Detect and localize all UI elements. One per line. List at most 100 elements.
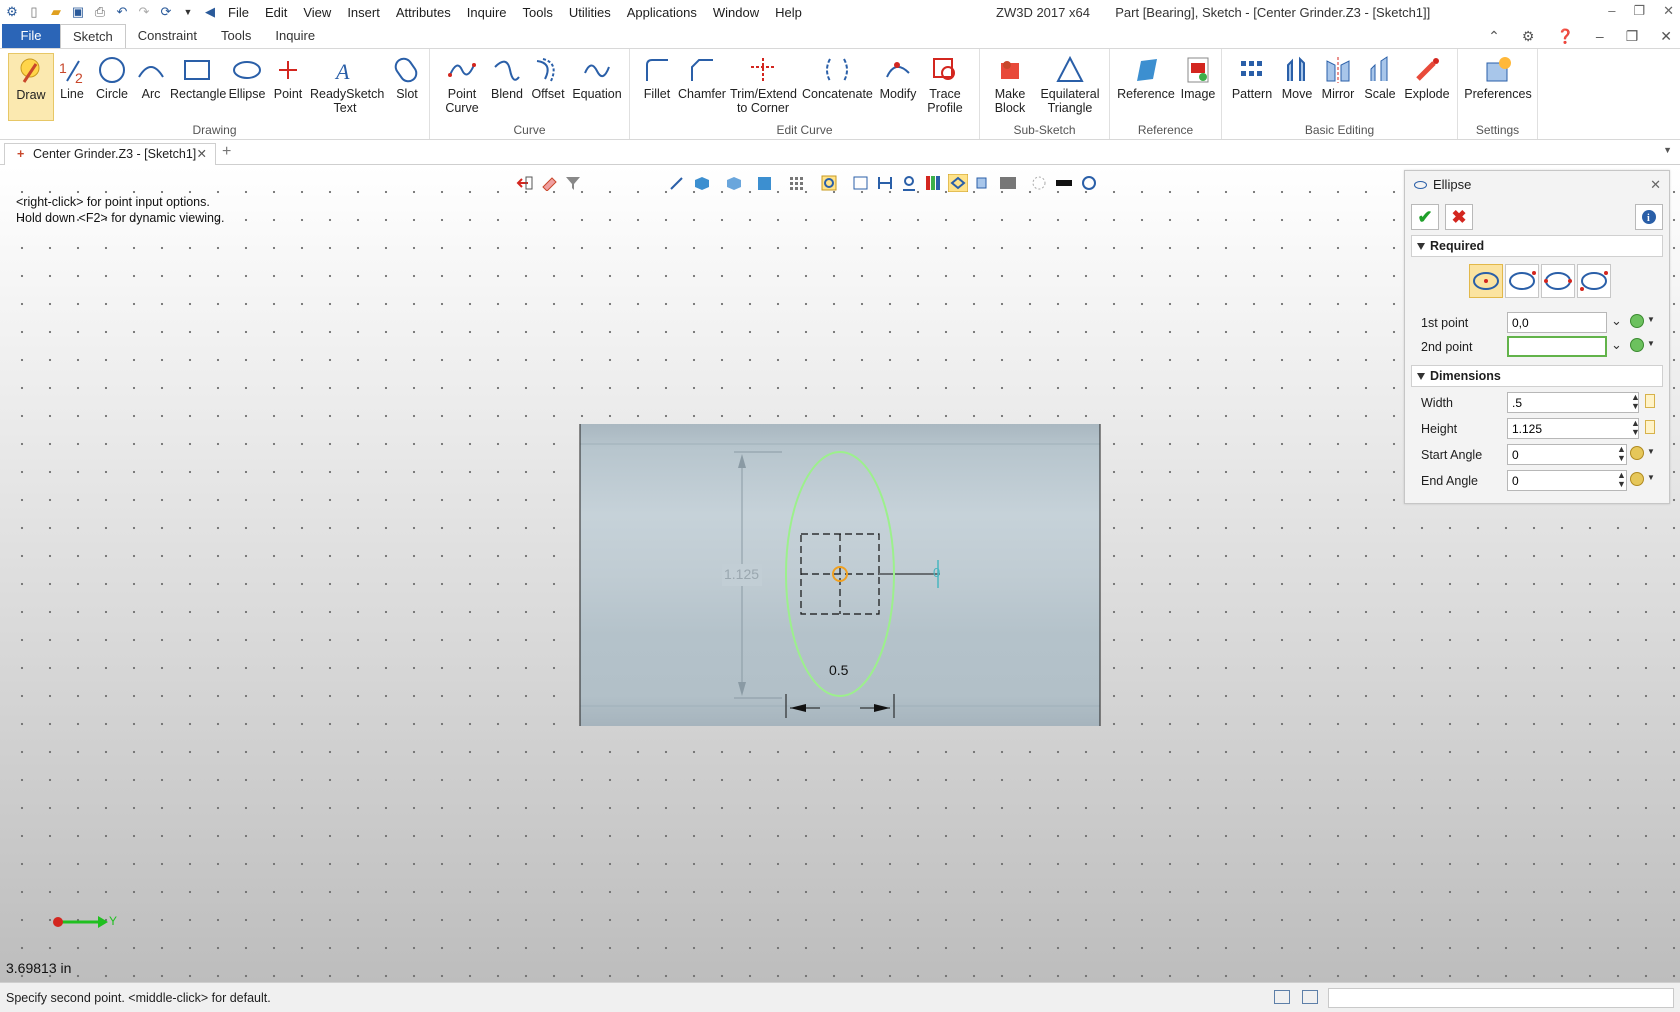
new-file-icon[interactable]: ▯ xyxy=(26,4,42,20)
open-file-icon[interactable]: ▰ xyxy=(48,4,64,20)
tab-tools[interactable]: Tools xyxy=(209,24,263,48)
end-angle-pick-icon[interactable] xyxy=(1630,472,1644,486)
menu-window[interactable]: Window xyxy=(713,5,759,20)
menu-inquire[interactable]: Inquire xyxy=(467,5,507,20)
second-point-dropdown-icon[interactable]: ▼ xyxy=(1647,339,1655,348)
status-view-icon[interactable] xyxy=(1274,990,1290,1004)
offset-button[interactable]: Offset xyxy=(528,53,568,101)
width-lock-icon[interactable] xyxy=(1645,394,1655,408)
back-arrow-icon[interactable]: ◀ xyxy=(202,4,218,20)
menu-tools[interactable]: Tools xyxy=(523,5,553,20)
dimensions-section-header[interactable]: Dimensions xyxy=(1411,365,1663,387)
tab-constraint[interactable]: Constraint xyxy=(126,24,209,48)
trim-extend-button[interactable]: Trim/Extend to Corner xyxy=(730,53,797,115)
start-angle-spinner-icon[interactable]: ▲ ▼ xyxy=(1617,445,1626,463)
small-dimension-text[interactable]: 0 xyxy=(933,565,940,580)
info-button[interactable]: i xyxy=(1635,204,1663,230)
menu-utilities[interactable]: Utilities xyxy=(569,5,611,20)
second-point-pick-icon[interactable] xyxy=(1630,338,1644,352)
mode-axis-ellipse[interactable] xyxy=(1541,264,1575,298)
fillet-button[interactable]: Fillet xyxy=(638,53,676,101)
first-point-input[interactable] xyxy=(1507,312,1607,333)
save-icon[interactable]: ▣ xyxy=(70,4,86,20)
end-angle-spinner-icon[interactable]: ▲ ▼ xyxy=(1617,471,1626,489)
concatenate-button[interactable]: Concatenate xyxy=(802,53,873,101)
start-angle-input[interactable] xyxy=(1507,444,1627,465)
height-input[interactable] xyxy=(1507,418,1639,439)
close-doc-icon[interactable]: ✕ xyxy=(1660,28,1672,45)
line-button[interactable]: 12 Line xyxy=(56,53,88,101)
collapse-ribbon-icon[interactable]: ⌃ xyxy=(1488,28,1500,45)
rectangle-button[interactable]: Rectangle xyxy=(170,53,226,101)
tab-list-dropdown-icon[interactable]: ▼ xyxy=(1663,145,1672,155)
second-point-expand-icon[interactable]: ⌄ xyxy=(1611,337,1622,353)
cancel-button[interactable]: ✖ xyxy=(1445,204,1473,230)
app-logo-icon[interactable]: ⚙ xyxy=(4,4,20,20)
document-tab[interactable]: + Center Grinder.Z3 - [Sketch1] ✕ xyxy=(4,143,216,165)
mirror-button[interactable]: Mirror xyxy=(1318,53,1358,101)
preferences-button[interactable]: Preferences xyxy=(1462,53,1534,101)
first-point-dropdown-icon[interactable]: ▼ xyxy=(1647,315,1655,324)
height-spinner-icon[interactable]: ▲ ▼ xyxy=(1631,419,1640,437)
first-point-expand-icon[interactable]: ⌄ xyxy=(1611,313,1622,329)
minimize-doc-icon[interactable]: – xyxy=(1596,28,1604,45)
undo-icon[interactable]: ↶ xyxy=(114,4,130,20)
first-point-pick-icon[interactable] xyxy=(1630,314,1644,328)
status-list-icon[interactable] xyxy=(1302,990,1318,1004)
menu-view[interactable]: View xyxy=(303,5,331,20)
move-button[interactable]: Move xyxy=(1278,53,1316,101)
settings-gear-icon[interactable]: ⚙ xyxy=(1522,28,1535,45)
readysketch-text-button[interactable]: A ReadySketch Text xyxy=(310,53,384,115)
pattern-button[interactable]: Pattern xyxy=(1230,53,1274,101)
arc-button[interactable]: Arc xyxy=(136,53,166,101)
ellipse-button[interactable]: Ellipse xyxy=(228,53,266,101)
point-button[interactable]: Point xyxy=(270,53,306,101)
tab-inquire[interactable]: Inquire xyxy=(263,24,327,48)
second-point-input[interactable] xyxy=(1507,336,1607,357)
mode-center-ellipse[interactable] xyxy=(1469,264,1503,298)
close-window-icon[interactable]: ✕ xyxy=(1663,3,1674,19)
tab-sketch[interactable]: Sketch xyxy=(60,24,126,48)
start-angle-dropdown-icon[interactable]: ▼ xyxy=(1647,447,1655,456)
trace-profile-button[interactable]: Trace Profile xyxy=(922,53,968,115)
point-curve-button[interactable]: Point Curve xyxy=(440,53,484,115)
draw-button[interactable]: Draw xyxy=(8,53,54,121)
image-button[interactable]: Image xyxy=(1178,53,1218,101)
menu-file[interactable]: File xyxy=(228,5,249,20)
mode-diagonal-ellipse[interactable] xyxy=(1577,264,1611,298)
slot-button[interactable]: Slot xyxy=(392,53,422,101)
height-lock-icon[interactable] xyxy=(1645,420,1655,434)
ok-button[interactable]: ✔ xyxy=(1411,204,1439,230)
close-tab-icon[interactable]: ✕ xyxy=(197,144,207,164)
command-input-box[interactable] xyxy=(1328,988,1674,1008)
redo-icon[interactable]: ↷ xyxy=(136,4,152,20)
explode-button[interactable]: Explode xyxy=(1402,53,1452,101)
width-dimension-text[interactable]: 0.5 xyxy=(829,662,848,678)
required-section-header[interactable]: Required xyxy=(1411,235,1663,257)
panel-close-icon[interactable]: ✕ xyxy=(1650,171,1661,199)
make-block-button[interactable]: Make Block xyxy=(988,53,1032,115)
modify-button[interactable]: Modify xyxy=(876,53,920,101)
new-tab-icon[interactable]: + xyxy=(222,143,231,161)
restore-doc-icon[interactable]: ❐ xyxy=(1626,28,1639,45)
scale-button[interactable]: Scale xyxy=(1360,53,1400,101)
menu-edit[interactable]: Edit xyxy=(265,5,287,20)
width-spinner-icon[interactable]: ▲ ▼ xyxy=(1631,393,1640,411)
minimize-icon[interactable]: – xyxy=(1608,3,1615,19)
blend-button[interactable]: Blend xyxy=(488,53,526,101)
restore-icon[interactable]: ❐ xyxy=(1633,3,1645,19)
chamfer-button[interactable]: Chamfer xyxy=(676,53,728,101)
dropdown-arrow-icon[interactable]: ▼ xyxy=(180,4,196,20)
start-angle-pick-icon[interactable] xyxy=(1630,446,1644,460)
menu-applications[interactable]: Applications xyxy=(627,5,697,20)
end-angle-dropdown-icon[interactable]: ▼ xyxy=(1647,473,1655,482)
equation-button[interactable]: Equation xyxy=(570,53,624,101)
mode-bounding-ellipse[interactable] xyxy=(1505,264,1539,298)
reference-button[interactable]: Reference xyxy=(1116,53,1176,101)
help-icon[interactable]: ❓ xyxy=(1556,28,1573,45)
circle-button[interactable]: Circle xyxy=(94,53,130,101)
rotate-view-icon[interactable]: ⟳ xyxy=(158,4,174,20)
height-dimension-text[interactable]: 1.125 xyxy=(724,566,759,582)
menu-insert[interactable]: Insert xyxy=(347,5,380,20)
menu-help[interactable]: Help xyxy=(775,5,802,20)
